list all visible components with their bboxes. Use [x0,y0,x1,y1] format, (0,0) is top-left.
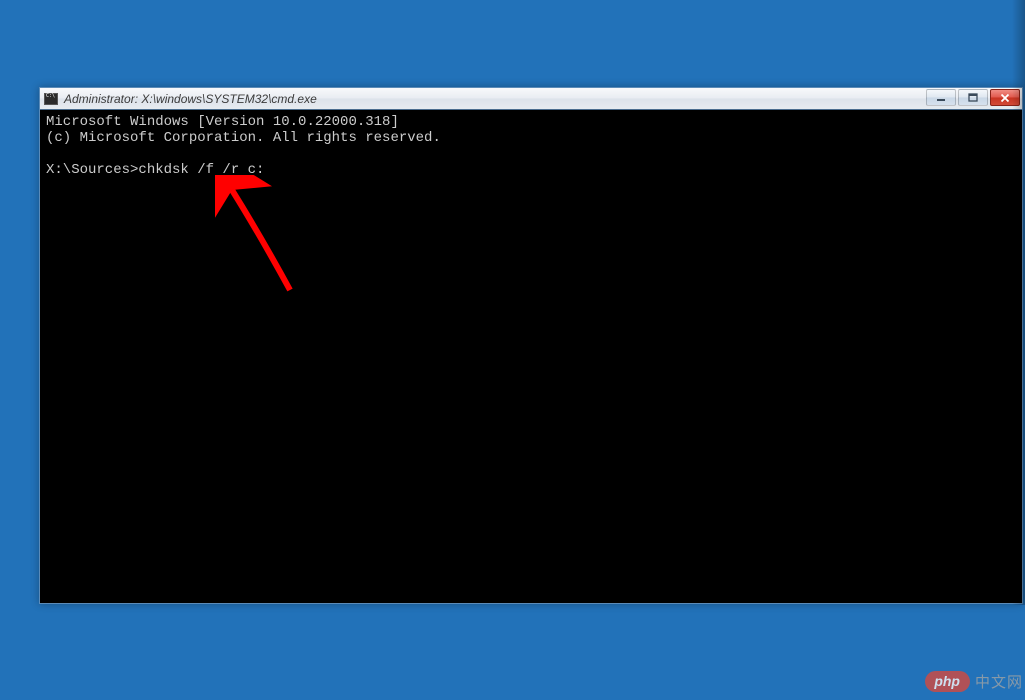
titlebar[interactable]: Administrator: X:\windows\SYSTEM32\cmd.e… [40,88,1022,110]
terminal-output[interactable]: Microsoft Windows [Version 10.0.22000.31… [40,110,1022,603]
window-controls [926,89,1020,106]
copyright-line: (c) Microsoft Corporation. All rights re… [46,130,441,146]
watermark-pill: php [925,671,970,692]
minimize-icon [936,93,946,103]
close-icon [1000,93,1010,103]
minimize-button[interactable] [926,89,956,106]
watermark-text: 中文网 [975,671,1023,692]
maximize-icon [968,93,978,103]
maximize-button[interactable] [958,89,988,106]
window-title: Administrator: X:\windows\SYSTEM32\cmd.e… [64,92,317,106]
version-line: Microsoft Windows [Version 10.0.22000.31… [46,114,399,130]
cmd-icon [44,93,58,105]
command-input: chkdsk /f /r c: [138,162,264,178]
cmd-window: Administrator: X:\windows\SYSTEM32\cmd.e… [39,87,1023,604]
close-button[interactable] [990,89,1020,106]
watermark: php 中文网 [925,671,1023,692]
prompt: X:\Sources> [46,162,138,178]
